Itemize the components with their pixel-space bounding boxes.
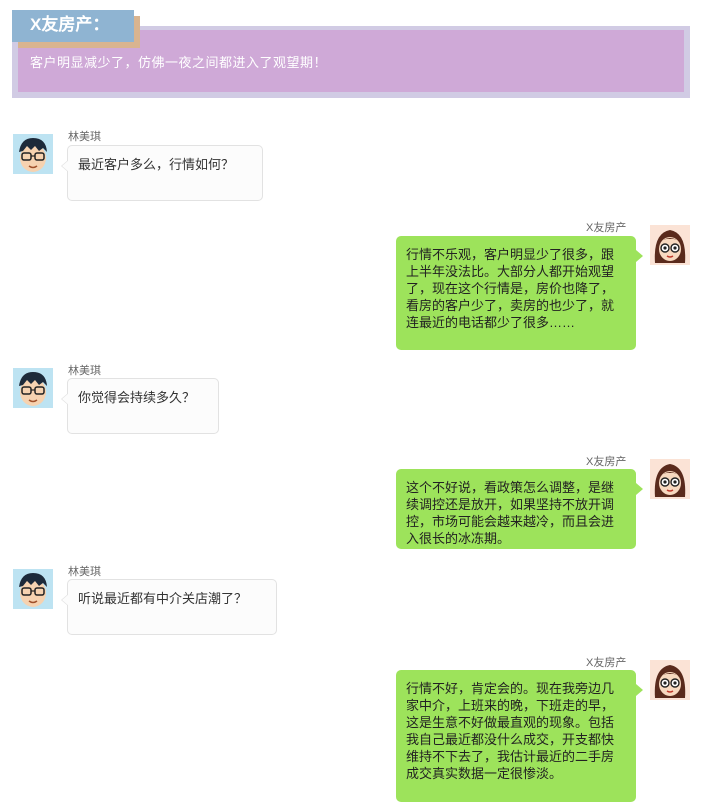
message-bubble: 行情不乐观，客户明显少了很多，跟上半年没法比。大部分人都开始观望了，现在这个行情… xyxy=(396,236,643,350)
message-bubble: 你觉得会持续多久？ xyxy=(61,378,219,434)
girl-avatar-icon[interactable] xyxy=(650,459,690,499)
sender-name: 林美琪 xyxy=(68,365,101,377)
message-bubble: 这个不好说，看政策怎么调整，是继续调控还是放开，如果坚持不放开调控，市场可能会越… xyxy=(396,469,643,549)
sender-name: 林美琪 xyxy=(68,566,101,578)
boy-avatar-icon[interactable] xyxy=(13,569,53,609)
boy-avatar-icon[interactable] xyxy=(13,368,53,408)
sender-name: X友房产 xyxy=(586,657,627,669)
girl-avatar-icon[interactable] xyxy=(650,225,690,265)
header-tag: X友房产： xyxy=(12,10,134,42)
message-bubble: 听说最近都有中介关店潮了？ xyxy=(61,579,277,635)
girl-avatar-icon[interactable] xyxy=(650,660,690,700)
header-banner: 客户明显减少了，仿佛一夜之间都进入了观望期！ X友房产： xyxy=(12,10,690,98)
sender-name: X友房产 xyxy=(586,222,627,234)
boy-avatar-icon[interactable] xyxy=(13,134,53,174)
header-subtitle: 客户明显减少了，仿佛一夜之间都进入了观望期！ xyxy=(30,55,328,70)
sender-name: X友房产 xyxy=(586,456,627,468)
message-bubble: 最近客户多么，行情如何？ xyxy=(61,145,263,201)
message-bubble: 行情不好，肯定会的。现在我旁边几家中介，上班来的晚，下班走的早，这是生意不好做最… xyxy=(396,670,643,802)
sender-name: 林美琪 xyxy=(68,131,101,143)
